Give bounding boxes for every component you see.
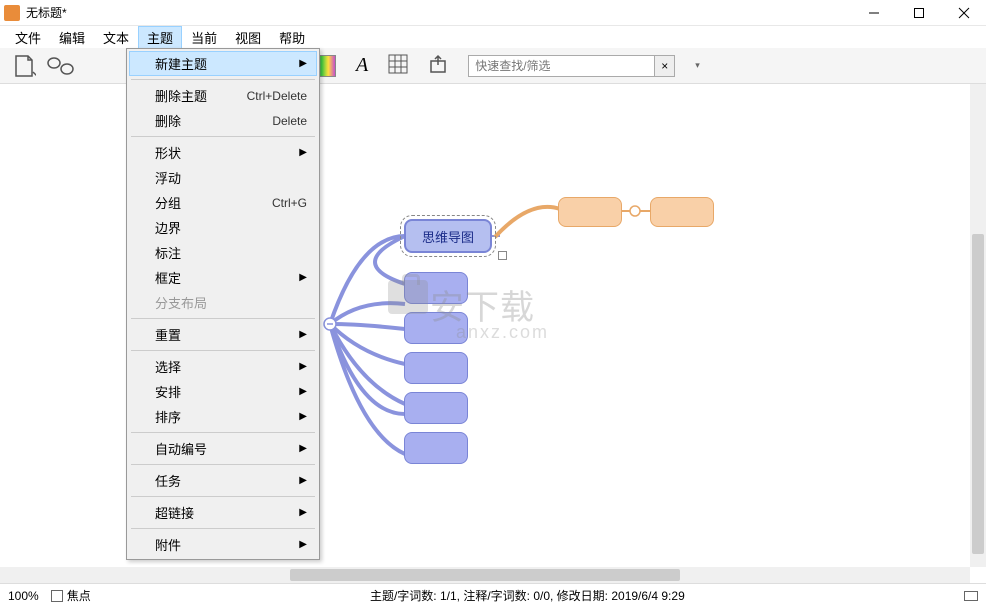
search-input[interactable]	[469, 56, 654, 76]
menu-delete[interactable]: 删除Delete	[129, 108, 317, 133]
menu-delete-topic[interactable]: 删除主题Ctrl+Delete	[129, 83, 317, 108]
menu-hyperlink[interactable]: 超链接▶	[129, 500, 317, 525]
menu-current[interactable]: 当前	[182, 26, 226, 49]
watermark-icon	[388, 280, 428, 314]
new-doc-icon[interactable]	[10, 52, 40, 80]
mindmap-child-node[interactable]	[404, 352, 468, 384]
menu-sort[interactable]: 排序▶	[129, 404, 317, 429]
window-title: 无标题*	[26, 4, 851, 21]
focus-checkbox[interactable]	[51, 590, 63, 602]
table-icon[interactable]	[388, 54, 408, 77]
menu-reset[interactable]: 重置▶	[129, 322, 317, 347]
mindmap-child-node[interactable]	[404, 432, 468, 464]
menu-shape[interactable]: 形状▶	[129, 140, 317, 165]
menu-task[interactable]: 任务▶	[129, 468, 317, 493]
vertical-scrollbar-thumb[interactable]	[972, 234, 984, 554]
menubar: 文件 编辑 文本 主题 当前 视图 帮助	[0, 26, 986, 48]
mindmap-root-node[interactable]: 思维导图	[404, 219, 492, 253]
font-icon[interactable]: A	[356, 54, 368, 77]
relation-icon[interactable]	[46, 52, 76, 80]
search-clear-button[interactable]: ×	[654, 56, 674, 76]
menu-help[interactable]: 帮助	[270, 26, 314, 49]
menu-float[interactable]: 浮动	[129, 165, 317, 190]
menu-text[interactable]: 文本	[94, 26, 138, 49]
vertical-scrollbar[interactable]	[970, 84, 986, 567]
menu-callout[interactable]: 标注	[129, 240, 317, 265]
mindmap-branch-node[interactable]	[650, 197, 714, 227]
view-mode-icon[interactable]	[964, 591, 978, 601]
menu-attachment[interactable]: 附件▶	[129, 532, 317, 557]
menu-edit[interactable]: 编辑	[50, 26, 94, 49]
horizontal-scrollbar-thumb[interactable]	[290, 569, 680, 581]
minimize-button[interactable]	[851, 0, 896, 26]
menu-new-topic[interactable]: 新建主题▶	[129, 51, 317, 76]
app-icon	[4, 5, 20, 21]
menu-frame[interactable]: 框定▶	[129, 265, 317, 290]
menu-auto-number[interactable]: 自动编号▶	[129, 436, 317, 461]
menu-view[interactable]: 视图	[226, 26, 270, 49]
toolbar-chevron-icon[interactable]: ▾	[695, 60, 700, 71]
focus-label: 焦点	[67, 587, 91, 604]
zoom-level[interactable]: 100%	[8, 589, 39, 603]
menu-branch-layout: 分支布局	[129, 290, 317, 315]
mindmap-child-node[interactable]	[404, 392, 468, 424]
menu-select[interactable]: 选择▶	[129, 354, 317, 379]
close-button[interactable]	[941, 0, 986, 26]
maximize-button[interactable]	[896, 0, 941, 26]
statusbar: 100% 焦点 主题/字词数: 1/1, 注释/字词数: 0/0, 修改日期: …	[0, 583, 986, 607]
search-box: ×	[468, 55, 675, 77]
menu-group[interactable]: 分组Ctrl+G	[129, 190, 317, 215]
menu-border[interactable]: 边界	[129, 215, 317, 240]
topic-dropdown-menu: 新建主题▶ 删除主题Ctrl+Delete 删除Delete 形状▶ 浮动 分组…	[126, 48, 320, 560]
menu-topic[interactable]: 主题	[138, 26, 182, 49]
menu-arrange[interactable]: 安排▶	[129, 379, 317, 404]
export-icon[interactable]	[428, 54, 448, 77]
menu-file[interactable]: 文件	[6, 26, 50, 49]
mindmap-child-node[interactable]	[404, 312, 468, 344]
titlebar: 无标题*	[0, 0, 986, 26]
node-handle[interactable]	[498, 251, 507, 260]
horizontal-scrollbar[interactable]	[0, 567, 970, 583]
status-info: 主题/字词数: 1/1, 注释/字词数: 0/0, 修改日期: 2019/6/4…	[91, 587, 964, 604]
mindmap-branch-node[interactable]	[558, 197, 622, 227]
